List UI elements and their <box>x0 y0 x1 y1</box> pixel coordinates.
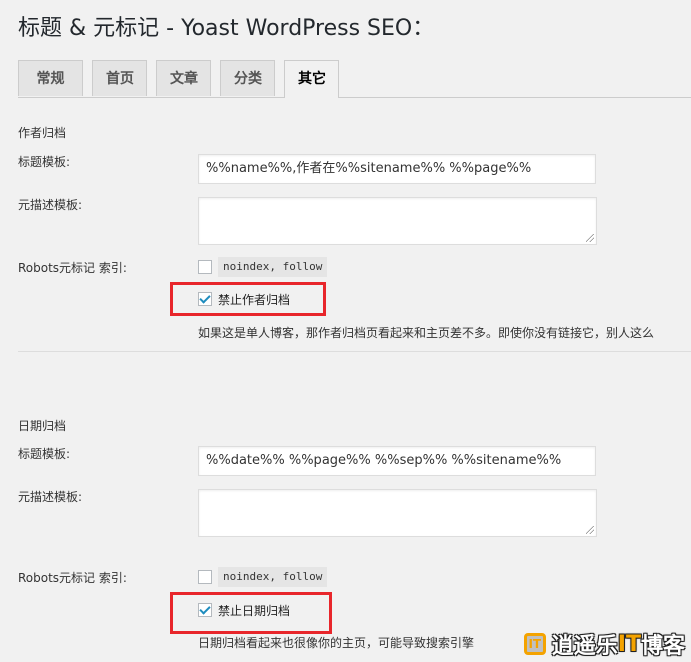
author-noindex-checkbox[interactable] <box>198 260 212 274</box>
page-title: 标题 & 元标记 - Yoast WordPress SEO： <box>18 16 435 41</box>
tab-posts[interactable]: 文章 <box>156 60 211 96</box>
date-noindex-code: noindex, follow <box>218 567 328 587</box>
site-watermark: IT 逍遥乐 IT 博客 <box>523 628 685 660</box>
watermark-text-a: 逍遥乐 <box>551 634 618 659</box>
tab-taxonomies[interactable]: 分类 <box>220 60 275 96</box>
date-title-template-label: 标题模板: <box>18 447 71 461</box>
date-title-template-input[interactable]: %%date%% %%page%% %%sep%% %%sitename%% <box>198 446 596 476</box>
author-archive-description: 如果这是单人博客，那作者归档页看起来和主页差不多。即使你没有链接它，别人这么 <box>198 326 655 340</box>
tabs-divider <box>18 97 691 98</box>
date-meta-desc-label: 元描述模板: <box>18 490 83 504</box>
author-archive-heading: 作者归档 <box>18 126 67 140</box>
date-noindex-checkbox[interactable] <box>198 570 212 584</box>
author-meta-desc-label: 元描述模板: <box>18 198 83 212</box>
date-meta-desc-textarea[interactable] <box>198 489 597 537</box>
resize-handle-icon[interactable] <box>586 234 594 242</box>
tab-other[interactable]: 其它 <box>284 60 339 98</box>
author-disable-checkbox[interactable] <box>198 292 212 306</box>
date-robots-label: Robots元标记 索引: <box>18 571 127 585</box>
section-divider <box>18 351 691 352</box>
watermark-logo-icon: IT <box>523 633 546 655</box>
author-robots-label: Robots元标记 索引: <box>18 261 127 275</box>
date-disable-checkbox[interactable] <box>198 603 212 617</box>
author-noindex-code: noindex, follow <box>218 257 328 277</box>
author-disable-label[interactable]: 禁止作者归档 <box>218 291 290 308</box>
author-meta-desc-textarea[interactable] <box>198 197 597 245</box>
date-archive-description: 日期归档看起来也很像你的主页，可能导致搜索引擎 <box>198 636 475 650</box>
author-title-template-input[interactable]: %%name%%,作者在%%sitename%% %%page%% <box>198 154 596 184</box>
author-title-template-label: 标题模板: <box>18 155 71 169</box>
date-archive-heading: 日期归档 <box>18 419 67 433</box>
watermark-text-it: IT <box>617 631 641 657</box>
watermark-text-b: 博客 <box>640 634 685 659</box>
date-disable-label[interactable]: 禁止日期归档 <box>218 602 290 619</box>
tab-general[interactable]: 常规 <box>18 60 83 96</box>
resize-handle-icon[interactable] <box>586 526 594 534</box>
tab-homepage[interactable]: 首页 <box>92 60 147 96</box>
